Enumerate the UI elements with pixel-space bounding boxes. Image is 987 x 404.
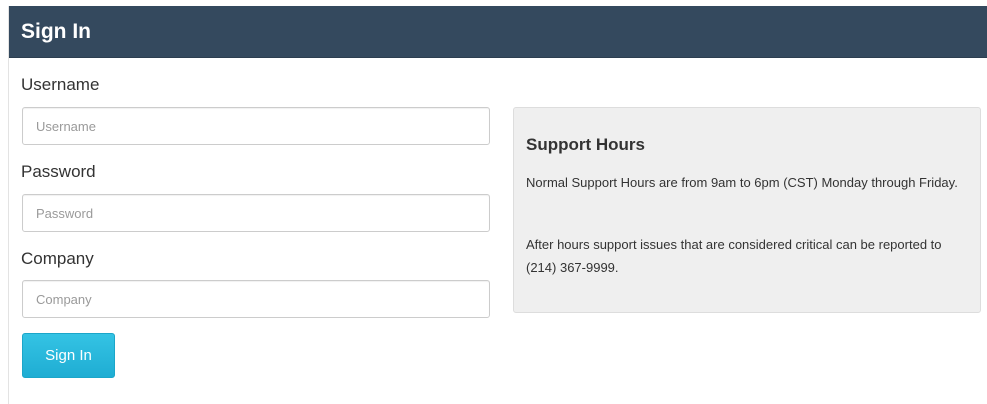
- panel-header: Sign In: [9, 6, 987, 58]
- sign-in-panel: Sign In Username Password Company Sign I…: [8, 6, 987, 404]
- after-hours-text: After hours support issues that are cons…: [526, 237, 942, 275]
- company-label: Company: [21, 249, 94, 268]
- username-input[interactable]: [22, 107, 490, 145]
- company-input[interactable]: [22, 280, 490, 318]
- sign-in-button[interactable]: Sign In: [22, 333, 115, 378]
- support-hours-box: Support Hours Normal Support Hours are f…: [513, 107, 981, 313]
- password-input[interactable]: [22, 194, 490, 232]
- support-hours-title: Support Hours: [526, 135, 645, 154]
- support-hours-text: Normal Support Hours are from 9am to 6pm…: [526, 175, 958, 190]
- username-label: Username: [21, 75, 100, 94]
- password-label: Password: [21, 162, 96, 181]
- page-title: Sign In: [21, 20, 91, 43]
